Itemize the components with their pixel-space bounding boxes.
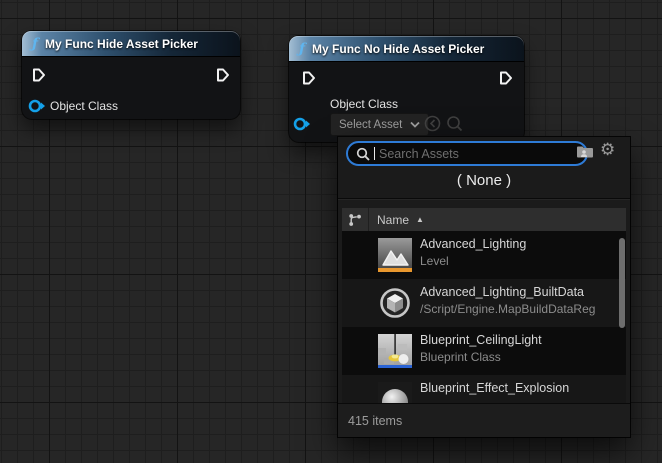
exec-input-pin[interactable]	[31, 67, 47, 83]
asset-row-advanced-lighting-builtdata[interactable]: Advanced_Lighting_BuiltData /Script/Engi…	[342, 279, 626, 327]
node-title: My Func No Hide Asset Picker	[312, 42, 484, 56]
function-icon: ƒ	[299, 42, 305, 56]
chevron-down-icon	[410, 121, 420, 128]
exec-input-pin[interactable]	[301, 70, 317, 86]
pin-label: Object Class	[330, 97, 398, 111]
item-count-footer: 415 items	[338, 403, 630, 437]
revision-control-column[interactable]	[342, 208, 369, 231]
object-class-pin[interactable]	[28, 99, 46, 113]
use-selected-icon[interactable]	[424, 115, 441, 132]
search-assets-input[interactable]	[379, 147, 539, 161]
asset-name: Advanced_Lighting_BuiltData	[420, 285, 595, 299]
blueprint-graph-canvas[interactable]: { "nodes": [ { "title": "My Func Hide As…	[0, 0, 662, 463]
asset-type: Level	[420, 254, 526, 268]
none-option[interactable]: ( None )	[338, 167, 630, 193]
asset-row-blueprint-ceilinglight[interactable]: Blueprint_CeilingLight Blueprint Class	[342, 327, 626, 375]
builtdata-thumb	[378, 286, 412, 320]
view-settings-gear-icon[interactable]: ⚙	[600, 141, 618, 159]
asset-list-header: Name ▲	[342, 208, 626, 231]
asset-row-advanced-lighting[interactable]: Advanced_Lighting Level	[342, 231, 626, 279]
ceilinglight-thumb	[378, 334, 412, 368]
asset-type: /Script/Engine.MapBuildDataReg	[420, 302, 595, 316]
exec-output-pin[interactable]	[498, 70, 514, 86]
browse-search-icon[interactable]	[446, 115, 463, 132]
select-asset-label: Select Asset	[339, 119, 402, 131]
node-my-func-no-hide-asset-picker[interactable]: ƒ My Func No Hide Asset Picker Object Cl…	[289, 36, 524, 142]
divider	[338, 198, 630, 200]
folder-picker-icon[interactable]	[576, 143, 594, 161]
name-column-header[interactable]: Name ▲	[369, 213, 424, 227]
asset-name: Advanced_Lighting	[420, 237, 526, 251]
asset-row-blueprint-effect-explosion[interactable]: Blueprint_Effect_Explosion	[342, 375, 626, 403]
asset-type: Blueprint Class	[420, 350, 542, 364]
text-cursor	[374, 147, 375, 160]
asset-name: Blueprint_CeilingLight	[420, 333, 542, 347]
exec-output-pin[interactable]	[215, 67, 231, 83]
revision-control-icon	[348, 213, 362, 227]
function-icon: ƒ	[32, 37, 38, 51]
pin-label: Object Class	[50, 99, 118, 113]
scrollbar-thumb[interactable]	[619, 238, 625, 328]
asset-search-box[interactable]	[346, 141, 588, 166]
node-header[interactable]: ƒ My Func Hide Asset Picker	[22, 31, 240, 57]
object-class-pin[interactable]	[293, 117, 311, 131]
search-icon	[356, 147, 370, 161]
explosion-thumb	[378, 382, 412, 403]
asset-list[interactable]: Advanced_Lighting Level Advanced_Lightin…	[342, 231, 626, 403]
level-thumb	[378, 238, 412, 272]
asset-picker-popup: ⚙ ( None ) Name ▲	[338, 137, 630, 437]
asset-name: Blueprint_Effect_Explosion	[420, 381, 569, 395]
sort-ascending-icon: ▲	[416, 215, 424, 224]
select-asset-dropdown[interactable]: Select Asset	[330, 113, 429, 136]
list-scrollbar[interactable]	[619, 233, 625, 401]
node-title: My Func Hide Asset Picker	[45, 37, 198, 51]
node-header[interactable]: ƒ My Func No Hide Asset Picker	[289, 36, 524, 62]
node-my-func-hide-asset-picker[interactable]: ƒ My Func Hide Asset Picker Object Class	[22, 31, 240, 119]
